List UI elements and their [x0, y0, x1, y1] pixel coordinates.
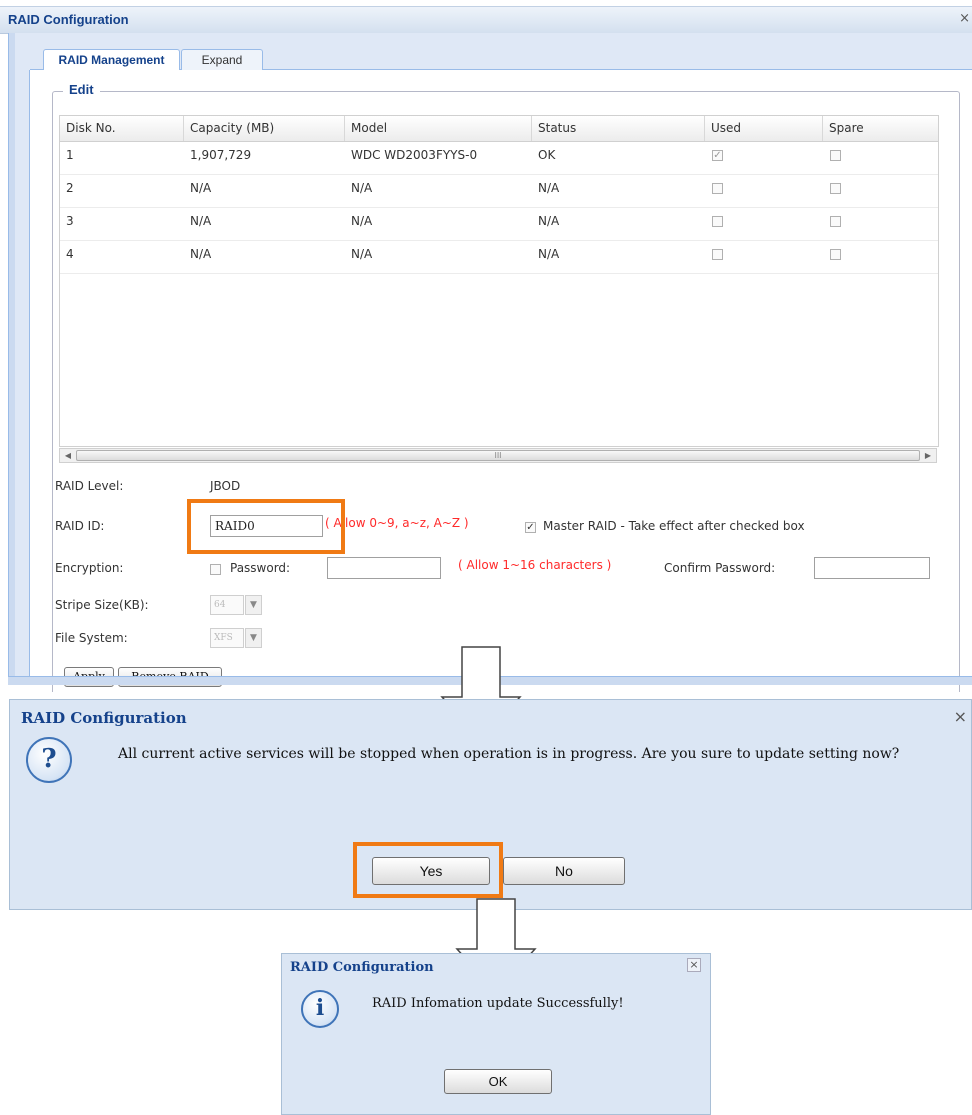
close-icon[interactable]: ×: [954, 707, 967, 726]
confirm-password-label: Confirm Password:: [664, 561, 776, 575]
confirm-dialog-title: RAID Configuration: [21, 709, 187, 727]
capacity-cell: N/A: [190, 247, 212, 261]
stripe-size-label: Stripe Size(KB):: [55, 598, 149, 612]
confirm-dialog: RAID Configuration × ? All current activ…: [9, 699, 972, 910]
tab-body: Edit Disk No. Capacity (MB) Model Status…: [29, 70, 972, 692]
file-system-value: XFS: [210, 628, 244, 648]
capacity-cell: 1,907,729: [190, 148, 252, 162]
password-label: Password:: [230, 561, 291, 575]
encryption-label: Encryption:: [55, 561, 124, 575]
horizontal-scrollbar[interactable]: ◀ III ▶: [59, 448, 937, 463]
capacity-cell: N/A: [190, 181, 212, 195]
disk-no-cell: 3: [66, 214, 74, 228]
spare-checkbox[interactable]: [830, 249, 841, 260]
model-cell: N/A: [351, 181, 373, 195]
ok-button[interactable]: OK: [444, 1069, 552, 1094]
window-titlebar[interactable]: RAID Configuration ×: [0, 6, 972, 34]
window-body: RAID Management Expand Edit Disk No. Cap…: [15, 33, 972, 692]
status-cell: OK: [538, 148, 556, 162]
scroll-left-icon[interactable]: ◀: [61, 449, 75, 462]
password-hint: ( Allow 1~16 characters ): [458, 558, 612, 572]
question-icon: ?: [26, 737, 72, 783]
tab-expand[interactable]: Expand: [181, 49, 263, 71]
disk-no-cell: 4: [66, 247, 74, 261]
confirm-message: All current active services will be stop…: [118, 746, 900, 762]
encryption-checkbox[interactable]: [210, 564, 221, 575]
spare-checkbox[interactable]: [830, 216, 841, 227]
chevron-down-icon[interactable]: ▼: [245, 595, 262, 615]
close-icon[interactable]: ×: [687, 958, 701, 972]
raid-id-hint: ( Allow 0~9, a~z, A~Z ): [325, 516, 469, 530]
capacity-cell: N/A: [190, 214, 212, 228]
raid-level-label: RAID Level:: [55, 479, 124, 493]
table-row[interactable]: 2 N/A N/A N/A: [60, 174, 938, 208]
stripe-size-select[interactable]: 64 ▼: [210, 595, 262, 615]
status-cell: N/A: [538, 181, 560, 195]
grid-header: Disk No. Capacity (MB) Model Status Used…: [60, 116, 938, 142]
model-cell: WDC WD2003FYYS-0: [351, 148, 478, 162]
spare-checkbox[interactable]: [830, 183, 841, 194]
file-system-label: File System:: [55, 631, 128, 645]
no-button[interactable]: No: [503, 857, 625, 885]
used-checkbox[interactable]: ✓: [712, 150, 723, 161]
success-message: RAID Infomation update Successfully!: [372, 996, 624, 1011]
table-row[interactable]: 1 1,907,729 WDC WD2003FYYS-0 OK ✓: [60, 141, 938, 175]
column-header-spare[interactable]: Spare: [823, 116, 938, 141]
master-raid-label: Master RAID - Take effect after checked …: [543, 519, 805, 533]
used-checkbox[interactable]: [712, 183, 723, 194]
file-system-select[interactable]: XFS ▼: [210, 628, 262, 648]
used-checkbox[interactable]: [712, 216, 723, 227]
status-cell: N/A: [538, 247, 560, 261]
scroll-right-icon[interactable]: ▶: [921, 449, 935, 462]
column-header-capacity[interactable]: Capacity (MB): [184, 116, 345, 141]
column-header-status[interactable]: Status: [532, 116, 705, 141]
confirm-password-field[interactable]: [814, 557, 930, 579]
spare-checkbox[interactable]: [830, 150, 841, 161]
master-raid-checkbox[interactable]: ✓: [525, 522, 536, 533]
column-header-model[interactable]: Model: [345, 116, 532, 141]
tab-raid-management[interactable]: RAID Management: [43, 49, 180, 71]
used-checkbox[interactable]: [712, 249, 723, 260]
disk-grid: Disk No. Capacity (MB) Model Status Used…: [59, 115, 939, 447]
scroll-thumb[interactable]: III: [76, 450, 920, 461]
model-cell: N/A: [351, 247, 373, 261]
raid-configuration-window: RAID Configuration × RAID Management Exp…: [0, 0, 972, 692]
status-cell: N/A: [538, 214, 560, 228]
disk-no-cell: 1: [66, 148, 74, 162]
success-dialog: RAID Configuration × i RAID Infomation u…: [281, 953, 711, 1115]
table-row[interactable]: 4 N/A N/A N/A: [60, 240, 938, 274]
raid-id-input[interactable]: RAID0: [210, 515, 323, 537]
success-dialog-title: RAID Configuration: [290, 960, 434, 975]
model-cell: N/A: [351, 214, 373, 228]
table-row[interactable]: 3 N/A N/A N/A: [60, 207, 938, 241]
chevron-down-icon[interactable]: ▼: [245, 628, 262, 648]
raid-level-value: JBOD: [210, 479, 241, 493]
close-icon[interactable]: ×: [959, 11, 970, 26]
window-left-border: [8, 33, 15, 684]
stripe-size-value: 64: [210, 595, 244, 615]
info-icon: i: [301, 990, 339, 1028]
disk-no-cell: 2: [66, 181, 74, 195]
column-header-used[interactable]: Used: [705, 116, 823, 141]
raid-id-label: RAID ID:: [55, 519, 105, 533]
column-header-disk-no[interactable]: Disk No.: [60, 116, 184, 141]
edit-legend: Edit: [63, 82, 100, 97]
tab-strip: RAID Management Expand: [30, 43, 972, 71]
password-field[interactable]: [327, 557, 441, 579]
yes-button[interactable]: Yes: [372, 857, 490, 885]
window-title: RAID Configuration: [8, 12, 129, 27]
